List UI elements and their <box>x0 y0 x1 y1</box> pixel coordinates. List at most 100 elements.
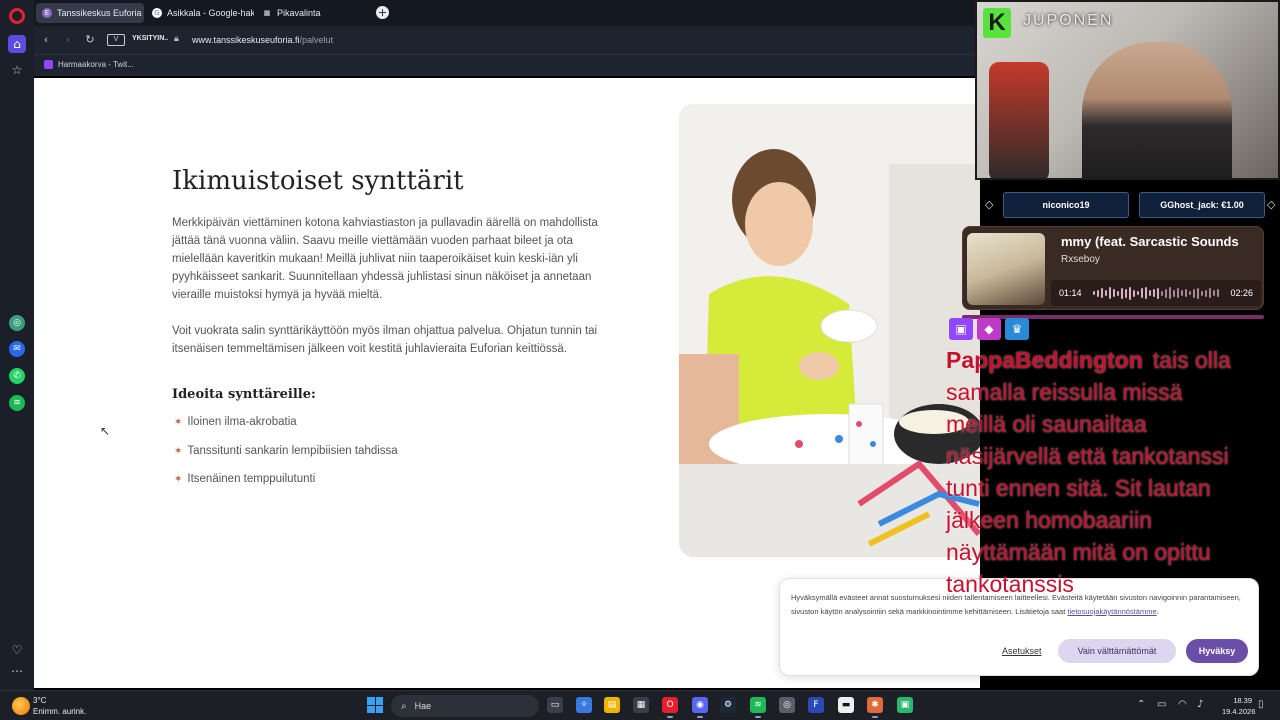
weather-widget[interactable]: 3°C Enimm. aurink. <box>33 695 86 717</box>
weather-temp: 3°C <box>33 696 47 705</box>
waveform-bar <box>1193 288 1195 298</box>
waveform-bar <box>1181 290 1183 296</box>
tab-label: Pikavalinta <box>277 8 321 18</box>
ideas-heading: Ideoita synttäreille: <box>172 387 316 402</box>
wifi-icon[interactable]: ◠ <box>1178 699 1187 710</box>
chat-username: PappaBeddington <box>946 347 1143 373</box>
streamer <box>1082 42 1232 178</box>
waveform-bar <box>1213 290 1215 296</box>
waveform-bar <box>1173 289 1175 297</box>
song-artist: Rxseboy <box>1061 254 1100 265</box>
bookmarks-bar: Harmaakorva - Twit... <box>34 54 980 76</box>
obs-icon[interactable]: ◎ <box>779 697 795 713</box>
lock-icon[interactable]: 🔒︎ <box>174 34 179 44</box>
url-path: /palvelut <box>299 35 334 45</box>
steam-icon[interactable]: ⚙ <box>720 697 736 713</box>
song-title: mmy (feat. Sarcastic Sounds <box>1061 234 1239 249</box>
messenger-icon[interactable]: ✉ <box>9 341 25 357</box>
discord-icon[interactable]: ◉ <box>692 697 708 718</box>
spotify-icon[interactable]: ≋ <box>9 395 25 411</box>
party-popper-icon: ✶ <box>174 416 183 428</box>
tab-speed-dial[interactable]: ▦ Pikavalinta <box>256 3 364 23</box>
whatsapp-icon[interactable]: ✆ <box>9 368 25 384</box>
waveform-bar <box>1097 289 1099 297</box>
system-clock[interactable]: 18.39 19.4.2026 <box>1222 695 1256 717</box>
more-icon[interactable]: ⋯ <box>8 662 26 680</box>
webcam-overlay: K JUPONEN <box>975 0 1280 180</box>
task-view-icon[interactable]: ▭ <box>547 697 563 713</box>
chat-message: PappaBeddington tais olla samalla reissul… <box>946 344 1246 600</box>
bookmark-item[interactable]: Harmaakorva - Twit... <box>44 60 134 69</box>
volume-icon[interactable]: ♪ <box>1197 699 1203 710</box>
waveform-bar <box>1125 288 1127 298</box>
chatgpt-icon[interactable]: ◎ <box>9 315 25 331</box>
intro-paragraph: Merkkipäivän viettäminen kotona kahviast… <box>172 217 598 301</box>
start-button-icon[interactable] <box>367 697 383 713</box>
screen: ⌂ ☆ ◎ ✉ ✆ ≋ ♡ ⋯ E Tanssikeskus Euforia -… <box>0 0 1280 720</box>
store-icon[interactable]: ▦ <box>633 697 649 713</box>
waveform-bar <box>1189 291 1191 295</box>
app-dock-icon[interactable]: ▬ <box>838 697 854 713</box>
party-photo-illustration <box>679 104 980 557</box>
cookie-suffix: . <box>1156 607 1159 616</box>
tray-chevron-icon[interactable]: ⌃ <box>1137 699 1145 710</box>
waveform-bar <box>1129 286 1131 300</box>
chat-text: tais olla samalla reissulla missä meillä… <box>946 347 1231 597</box>
song-time-total: 02:26 <box>1230 288 1253 298</box>
party-popper-icon: ✶ <box>174 473 183 485</box>
tab-label: Asikkala - Google-haku <box>167 8 254 18</box>
app-f-icon[interactable]: F <box>808 697 824 713</box>
tab-bar: E Tanssikeskus Euforia - Pal G Asikkala … <box>34 0 980 26</box>
album-art <box>967 233 1045 305</box>
waveform-bar <box>1205 289 1207 297</box>
weather-desc: Enimm. aurink. <box>33 707 87 716</box>
url-field[interactable]: www.tanssikeskuseuforia.fi/palvelut <box>192 35 333 45</box>
waveform-bar <box>1201 290 1203 296</box>
file-explorer-icon[interactable]: ▤ <box>604 697 620 713</box>
clock-date: 19.4.2026 <box>1222 707 1256 716</box>
gaming-chair <box>989 62 1049 178</box>
pinboard-icon[interactable]: ☆ <box>8 61 26 79</box>
vpn-badge[interactable]: V <box>107 34 125 46</box>
crown-badge-icon: ♛ <box>1005 318 1029 340</box>
waveform-bar <box>1109 287 1111 299</box>
opera-taskbar-icon[interactable]: O <box>662 697 678 718</box>
opera-logo-icon[interactable] <box>9 8 25 24</box>
app-orange-icon[interactable]: ✱ <box>867 697 883 718</box>
taskbar-search[interactable]: ⌕ Hae <box>391 695 539 717</box>
accept-cookies-button[interactable]: Hyväksy <box>1186 639 1248 663</box>
privacy-policy-link[interactable]: tietosuojakäytännöstämme <box>1067 607 1156 616</box>
waveform-bar <box>1157 287 1159 299</box>
tab-euforia[interactable]: E Tanssikeskus Euforia - Pal <box>36 3 144 23</box>
new-tab-button[interactable]: + <box>376 6 389 19</box>
clock-time: 18.39 <box>1233 696 1252 705</box>
notification-icon[interactable]: ▯ <box>1258 699 1264 710</box>
waveform-bar <box>1197 287 1199 299</box>
tab-google[interactable]: G Asikkala - Google-haku <box>146 3 254 23</box>
url-host: www.tanssikeskuseuforia.fi <box>192 35 300 45</box>
waveform-bar <box>1169 287 1171 299</box>
reload-icon[interactable]: ↻ <box>82 32 98 48</box>
waveform-bar <box>1153 289 1155 297</box>
web-page: Ikimuistoiset synttärit Merkkipäivän vie… <box>34 78 1259 688</box>
mouse-cursor-icon: ↖ <box>100 424 111 438</box>
network-icon[interactable]: ▭ <box>1157 699 1166 710</box>
necessary-only-button[interactable]: Vain välttämättömät <box>1058 639 1176 663</box>
spotify-taskbar-icon[interactable]: ≋ <box>750 697 766 718</box>
heart-icon[interactable]: ♡ <box>8 641 26 659</box>
waveform-bar <box>1121 287 1123 299</box>
windows-taskbar: 3°C Enimm. aurink. ⌕ Hae ▭ ✧ ▤ ▦ O ◉ ⚙ ≋… <box>0 690 1280 720</box>
home-icon[interactable]: ⌂ <box>8 35 26 53</box>
copilot-icon[interactable]: ✧ <box>576 697 592 713</box>
weather-sun-icon[interactable] <box>12 697 30 715</box>
waveform-bar <box>1137 291 1139 295</box>
back-icon[interactable]: ‹ <box>38 32 54 48</box>
waveform-bar <box>1161 290 1163 296</box>
cookie-settings-button[interactable]: Asetukset <box>992 639 1052 663</box>
euforia-favicon-icon: E <box>42 8 52 18</box>
song-time-current: 01:14 <box>1059 288 1082 298</box>
app-green-icon[interactable]: ▣ <box>897 697 913 713</box>
forward-icon[interactable]: › <box>60 32 76 48</box>
now-playing-widget: mmy (feat. Sarcastic Sounds Rxseboy 01:1… <box>962 226 1264 310</box>
donation-item: GGhost_jack: €1.00 <box>1139 192 1265 218</box>
